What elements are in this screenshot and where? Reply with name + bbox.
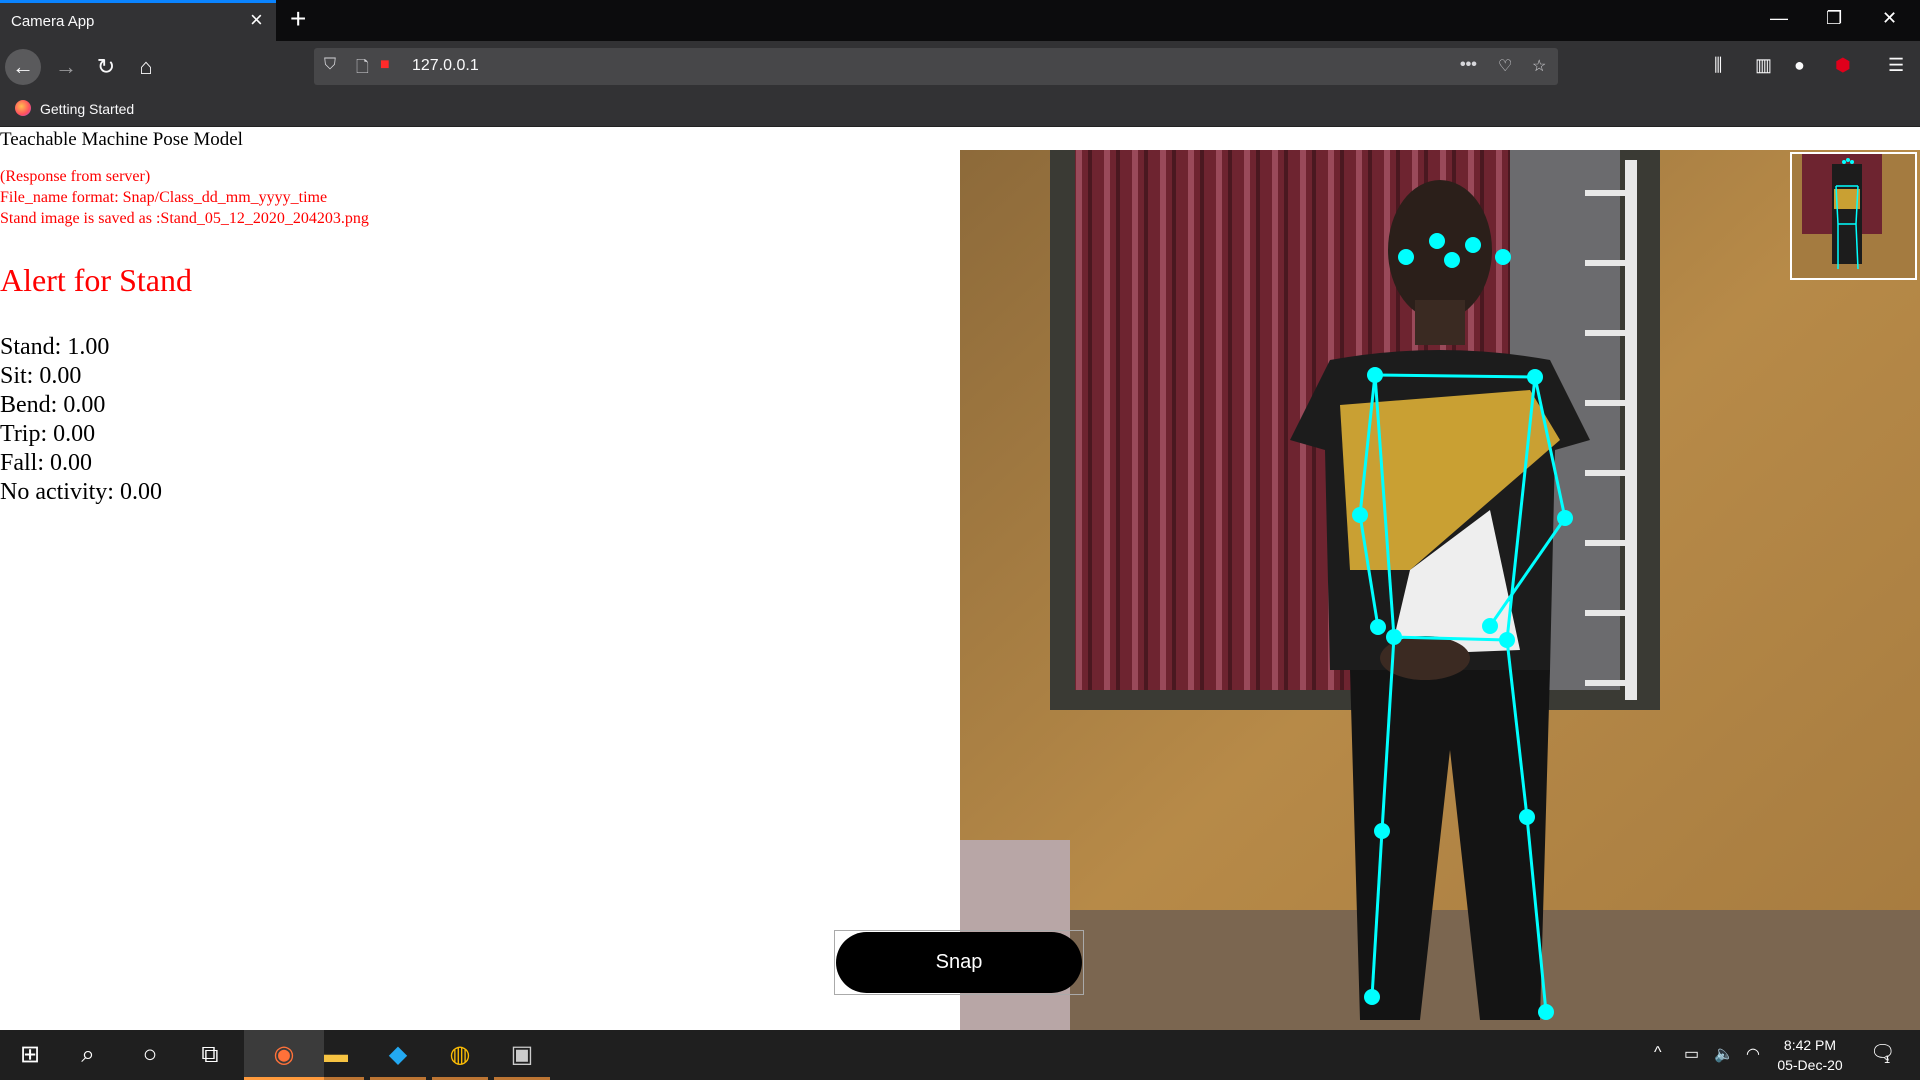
minimize-icon[interactable]: — [1770, 8, 1788, 29]
cortana-icon[interactable]: ○ [126, 1038, 174, 1072]
saved-image-line: Stand image is saved as :Stand_05_12_202… [0, 210, 369, 227]
page-content: Teachable Machine Pose Model (Response f… [0, 127, 1920, 1030]
snap-button[interactable]: Snap [836, 932, 1082, 993]
pocket-icon[interactable]: ♡ [1498, 56, 1512, 76]
terminal-icon[interactable]: ▣ [498, 1038, 546, 1072]
navigation-toolbar: ← → ↻ ⌂ ⛉ 🗋 ■ 127.0.0.1 ••• ♡ ☆ ⫼ ▥ ● ⬢ … [0, 41, 1920, 92]
notification-count: 1 [1884, 1054, 1891, 1066]
ublock-icon[interactable]: ⬢ [1835, 55, 1851, 76]
task-view-icon[interactable]: ⧉ [186, 1038, 234, 1072]
clock-date: 05-Dec-20 [1777, 1057, 1843, 1073]
url-text[interactable]: 127.0.0.1 [412, 57, 479, 75]
snapshot-thumbnail [1790, 152, 1917, 280]
firefox-icon [15, 100, 31, 116]
reload-icon[interactable]: ↻ [88, 49, 124, 85]
clock[interactable]: 8:42 PM 05-Dec-20 [1760, 1035, 1860, 1075]
page-icon: 🗋 [356, 59, 369, 76]
score-no-activity: No activity: 0.00 [0, 479, 162, 505]
close-window-icon[interactable]: ✕ [1882, 8, 1897, 29]
filename-format-line: File_name format: Snap/Class_dd_mm_yyyy_… [0, 189, 328, 206]
menu-icon[interactable]: ☰ [1888, 55, 1904, 76]
tab-title: Camera App [11, 13, 95, 30]
vscode-icon[interactable]: ◆ [374, 1038, 422, 1072]
notification-center-icon[interactable]: 🗨 [1870, 1040, 1895, 1065]
taskbar: ⊞ ⌕ ○ ⧉ ◉ ▬ ◆ ◍ ▣ ^ ▭ 🔈 ◠ 8:42 PM 05-Dec… [0, 1030, 1920, 1080]
chrome-icon[interactable]: ◍ [436, 1038, 484, 1072]
page-title: Teachable Machine Pose Model [0, 129, 243, 150]
show-hidden-icons-icon[interactable]: ^ [1654, 1044, 1662, 1062]
file-explorer-icon[interactable]: ▬ [312, 1038, 360, 1072]
forward-icon[interactable]: → [48, 49, 84, 85]
home-icon[interactable]: ⌂ [128, 49, 164, 85]
webcam-canvas [960, 150, 1920, 1030]
browser-tab-strip: Camera App × + — ❐ ✕ [0, 0, 1920, 41]
library-icon[interactable]: ⫼ [1714, 55, 1722, 76]
score-sit: Sit: 0.00 [0, 363, 82, 389]
back-icon[interactable]: ← [5, 49, 41, 85]
search-icon[interactable]: ⌕ [64, 1038, 112, 1072]
battery-icon[interactable]: ▭ [1684, 1044, 1699, 1064]
close-tab-icon[interactable]: × [250, 9, 263, 31]
account-icon[interactable]: ● [1794, 55, 1805, 76]
shield-icon[interactable]: ⛉ [324, 56, 336, 74]
score-stand: Stand: 1.00 [0, 334, 110, 360]
clock-time: 8:42 PM [1783, 1037, 1837, 1053]
score-bend: Bend: 0.00 [0, 392, 106, 418]
browser-tab[interactable]: Camera App × [0, 0, 276, 41]
windows-start-icon[interactable]: ⊞ [6, 1038, 54, 1072]
bookmark-star-icon[interactable]: ☆ [1532, 56, 1546, 76]
firefox-taskbar-icon[interactable]: ◉ [260, 1038, 308, 1072]
camera-indicator-icon[interactable]: ■ [380, 56, 390, 74]
more-actions-icon[interactable]: ••• [1460, 56, 1477, 74]
alert-heading: Alert for Stand [0, 262, 192, 298]
new-tab-icon[interactable]: + [290, 4, 306, 34]
bookmarks-toolbar: Getting Started [0, 92, 1920, 127]
restore-icon[interactable]: ❐ [1826, 8, 1842, 29]
bookmark-getting-started[interactable]: Getting Started [40, 101, 134, 117]
score-trip: Trip: 0.00 [0, 421, 96, 447]
volume-icon[interactable]: 🔈 [1714, 1044, 1734, 1064]
response-line: (Response from server) [0, 168, 151, 185]
score-fall: Fall: 0.00 [0, 450, 93, 476]
address-bar[interactable]: ⛉ 🗋 ■ 127.0.0.1 ••• ♡ ☆ [314, 48, 1558, 85]
sidebar-icon[interactable]: ▥ [1755, 55, 1772, 76]
wifi-icon[interactable]: ◠ [1746, 1044, 1760, 1064]
